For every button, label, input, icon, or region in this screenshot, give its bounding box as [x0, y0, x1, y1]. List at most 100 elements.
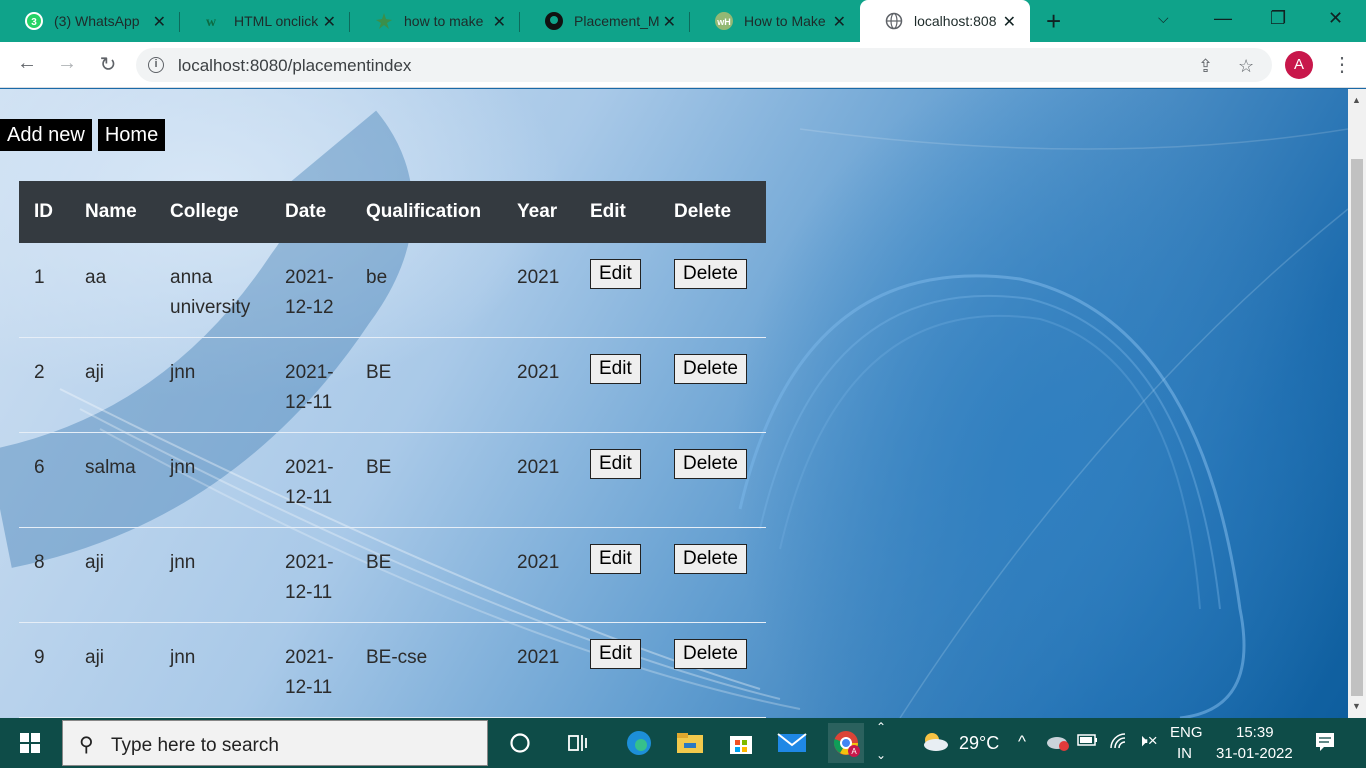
scroll-up-icon[interactable]: ▲: [1352, 95, 1361, 105]
edge-icon[interactable]: [624, 728, 654, 758]
col-header-name: Name: [70, 181, 155, 243]
edit-button[interactable]: Edit: [590, 449, 641, 479]
cortana-icon[interactable]: [505, 728, 535, 758]
svg-text:wH: wH: [716, 17, 731, 27]
delete-button[interactable]: Delete: [674, 259, 747, 289]
edit-button[interactable]: Edit: [590, 639, 641, 669]
notifications-icon[interactable]: [1314, 730, 1336, 757]
share-icon[interactable]: ⇪: [1198, 56, 1213, 77]
edit-button[interactable]: Edit: [590, 544, 641, 574]
store-icon[interactable]: [726, 728, 756, 758]
cell-delete: Delete: [659, 622, 766, 718]
svg-text:w: w: [206, 15, 217, 30]
info-icon[interactable]: i: [148, 57, 164, 73]
cell-delete: Delete: [659, 243, 766, 338]
placement-table: ID Name College Date Qualification Year …: [19, 181, 766, 718]
taskbar-search[interactable]: ⚲ Type here to search: [62, 720, 488, 766]
close-icon[interactable]: ✕: [323, 12, 336, 32]
taskbar-scroll-down-icon[interactable]: ⌄: [876, 748, 886, 762]
cell-qualification: BE-cse: [351, 622, 502, 718]
tab-html-onclick[interactable]: w HTML onclick ✕: [180, 0, 350, 42]
cell-year: 2021: [502, 527, 575, 623]
window-close-icon[interactable]: ✕: [1328, 8, 1343, 29]
forward-arrow-icon[interactable]: →: [55, 52, 79, 75]
profile-avatar[interactable]: A: [1285, 51, 1313, 79]
close-icon[interactable]: ✕: [663, 12, 676, 32]
tab-title: How to Make: [744, 13, 826, 29]
file-explorer-icon[interactable]: [675, 728, 705, 758]
volume-muted-icon[interactable]: 🕨×: [1137, 731, 1158, 751]
task-view-icon[interactable]: [564, 728, 594, 758]
table-row: 8 aji jnn 2021-12-11 BE 2021 Edit Delete: [19, 527, 766, 623]
address-bar[interactable]: i localhost:8080/placementindex ⇪ ☆: [136, 48, 1272, 82]
delete-button[interactable]: Delete: [674, 354, 747, 384]
weather-temp[interactable]: 29°C: [959, 733, 999, 754]
w3-icon: w: [204, 11, 224, 31]
language-region[interactable]: IN: [1177, 745, 1192, 762]
cell-id: 2: [19, 337, 70, 433]
page-viewport: Add new Home ID Name College Date Qualif…: [0, 89, 1348, 718]
cell-college: jnn: [155, 337, 270, 433]
add-new-button[interactable]: Add new: [0, 119, 92, 151]
restore-icon[interactable]: ❐: [1270, 8, 1286, 29]
svg-text:3: 3: [31, 17, 37, 28]
cell-qualification: BE: [351, 337, 502, 433]
cell-delete: Delete: [659, 527, 766, 623]
close-icon[interactable]: ✕: [153, 12, 166, 32]
onedrive-error-icon[interactable]: [1045, 732, 1071, 757]
show-hidden-icons-icon[interactable]: ^: [1018, 732, 1026, 752]
cell-edit: Edit: [575, 337, 659, 433]
tab-title: Placement_M: [574, 13, 660, 29]
close-icon[interactable]: ✕: [833, 12, 846, 32]
edit-button[interactable]: Edit: [590, 259, 641, 289]
cell-date: 2021-12-11: [270, 527, 351, 623]
wifi-icon[interactable]: [1109, 732, 1129, 755]
cell-delete: Delete: [659, 337, 766, 433]
chrome-icon[interactable]: A: [828, 723, 864, 763]
cell-qualification: BE: [351, 432, 502, 528]
cell-id: 8: [19, 527, 70, 623]
taskbar-scroll-up-icon[interactable]: ⌃: [876, 720, 886, 734]
github-icon: [544, 11, 564, 31]
table-row: 6 salma jnn 2021-12-11 BE 2021 Edit Dele…: [19, 432, 766, 528]
reload-icon[interactable]: ↻: [96, 52, 120, 77]
bookmark-star-icon[interactable]: ☆: [1238, 56, 1254, 77]
edit-button[interactable]: Edit: [590, 354, 641, 384]
tab-github[interactable]: Placement_M ✕: [520, 0, 690, 42]
weather-cloud-icon[interactable]: [920, 730, 950, 757]
wikihow-icon: wH: [714, 11, 734, 31]
clock-date[interactable]: 31-01-2022: [1216, 745, 1293, 762]
action-bar: Add new Home: [0, 119, 166, 151]
delete-button[interactable]: Delete: [674, 639, 747, 669]
star-icon: [374, 11, 394, 31]
cell-delete: Delete: [659, 432, 766, 528]
tab-title: localhost:808: [914, 13, 997, 29]
delete-button[interactable]: Delete: [674, 544, 747, 574]
menu-kebab-icon[interactable]: ⋮: [1332, 52, 1352, 77]
tab-wikihow[interactable]: wH How to Make ✕: [690, 0, 860, 42]
back-arrow-icon[interactable]: ←: [15, 52, 39, 75]
tab-whatsapp[interactable]: 3 (3) WhatsApp ✕: [0, 0, 180, 42]
cell-date: 2021-12-11: [270, 622, 351, 718]
page-scrollbar[interactable]: ▲ ▼: [1348, 89, 1366, 718]
home-button[interactable]: Home: [97, 119, 166, 151]
tab-localhost[interactable]: localhost:808 ✕: [860, 0, 1030, 42]
battery-icon[interactable]: [1077, 732, 1099, 753]
cell-year: 2021: [502, 337, 575, 433]
windows-start-icon[interactable]: [20, 733, 40, 753]
new-tab-icon[interactable]: +: [1046, 8, 1061, 34]
minimize-icon[interactable]: —: [1214, 8, 1232, 29]
language-code[interactable]: ENG: [1170, 724, 1203, 741]
mail-icon[interactable]: [777, 728, 807, 758]
delete-button[interactable]: Delete: [674, 449, 747, 479]
cell-date: 2021-12-11: [270, 337, 351, 433]
close-icon[interactable]: ✕: [1003, 12, 1016, 32]
tab-how-to-make[interactable]: how to make ✕: [350, 0, 520, 42]
tab-search-chevron-icon[interactable]: ⌵: [1158, 10, 1169, 27]
cell-name: aji: [70, 527, 155, 623]
scrollbar-thumb[interactable]: [1351, 159, 1363, 696]
close-icon[interactable]: ✕: [493, 12, 506, 32]
scroll-down-icon[interactable]: ▼: [1352, 701, 1361, 711]
col-header-college: College: [155, 181, 270, 243]
clock-time[interactable]: 15:39: [1236, 724, 1274, 741]
